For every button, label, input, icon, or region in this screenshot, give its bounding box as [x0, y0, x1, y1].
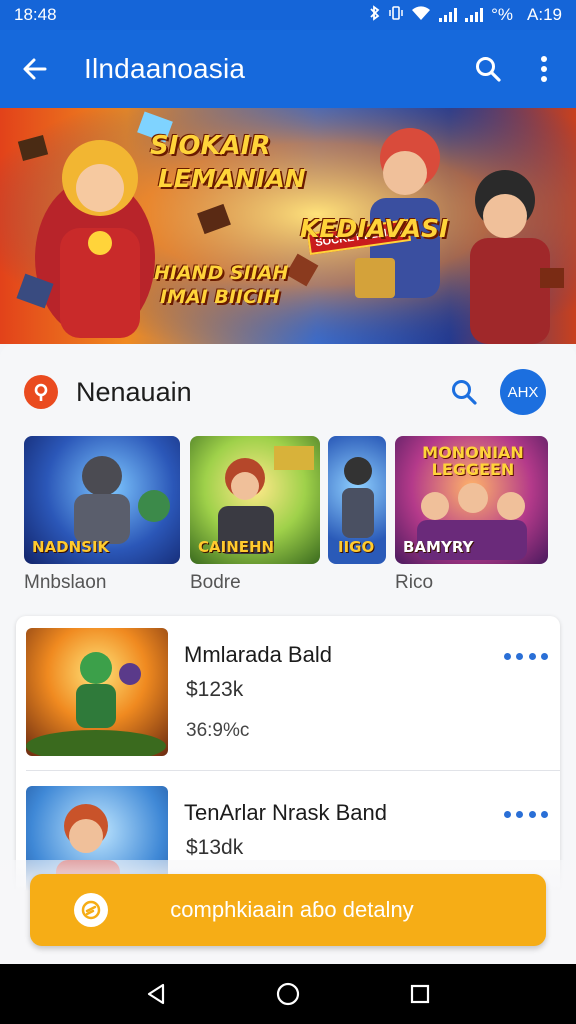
circle-home-icon: [276, 982, 300, 1006]
search-icon: [452, 380, 477, 405]
game-tile-1[interactable]: NADNSIK: [24, 436, 180, 564]
cta-label: comphkiaain aɓo detalny: [170, 897, 414, 922]
triangle-back-icon: [147, 983, 165, 1005]
status-time-right: A:19: [527, 5, 562, 24]
banner-artwork: [0, 108, 576, 344]
banner-center-text: KEDIAVASI: [300, 214, 449, 243]
search-icon: [476, 57, 501, 82]
tile-caption-2: Bodre: [190, 572, 241, 593]
section-search-button[interactable]: [442, 370, 486, 414]
game-tile-3[interactable]: IIGO: [328, 436, 386, 564]
tag-check-icon: [74, 893, 108, 927]
more-vertical-icon: [541, 56, 547, 82]
nav-recents-button[interactable]: [400, 974, 440, 1014]
banner-bottom-text-2: IMAI BIICIH: [160, 286, 280, 308]
item-percent: 36:9%c: [186, 720, 250, 741]
cta-button[interactable]: comphkiaain aɓo detalny: [30, 874, 546, 946]
system-nav-bar: [0, 964, 576, 1024]
tile-caption-4: Rico: [395, 572, 434, 593]
banner-headline-1: SIOKAIR: [150, 131, 271, 161]
nav-home-button[interactable]: [268, 974, 308, 1014]
signal-icon-2: [465, 8, 484, 22]
tile-label: IIGO: [338, 538, 375, 556]
nav-back-button[interactable]: [136, 974, 176, 1014]
tile-caption-1: Mnbslaon: [24, 572, 107, 593]
battery-percent: °%: [491, 5, 514, 24]
game-tile-2[interactable]: CAINEHN: [190, 436, 320, 564]
item-name: TenArlar Nrask Band: [184, 800, 387, 825]
arrow-left-icon: [23, 58, 47, 80]
banner-bottom-text-1: HIAND SIIAH: [154, 262, 289, 284]
item-price: $13dk: [186, 836, 244, 859]
tile-label: NADNSIK: [32, 538, 110, 556]
app-bar: Ilndaanoasia: [0, 30, 576, 108]
item-price: $123k: [186, 678, 244, 701]
item-thumbnail: [26, 628, 168, 756]
status-bar: 18:48 °% A:19: [0, 0, 576, 30]
promo-banner[interactable]: SOCKET LEMAN: [0, 108, 576, 344]
wifi-icon: [411, 5, 431, 26]
status-icons: °% A:19: [369, 4, 562, 26]
game-tiles: NADNSIK CAINEHN IIGO MONONIAN LEGGEEN BA…: [24, 436, 554, 566]
divider: [26, 770, 560, 771]
bluetooth-icon: [369, 4, 381, 26]
location-pin-icon: [24, 375, 58, 409]
banner-headline-2: LEMANIAN: [158, 164, 306, 193]
status-time-left: 18:48: [14, 5, 57, 24]
vibrate-icon: [389, 5, 403, 26]
more-horizontal-icon[interactable]: [504, 646, 548, 666]
page-title: Ilndaanoasia: [84, 53, 246, 84]
square-recents-icon: [410, 984, 430, 1004]
section-header: Nenauain AHX: [24, 369, 546, 415]
tile-label: BAMYRY: [403, 538, 474, 556]
screen: 18:48 °% A:19 Ilndaanoasia SOCKET LEMAN …: [0, 0, 576, 1024]
more-horizontal-icon[interactable]: [504, 804, 548, 824]
item-name: Mmlarada Bald: [184, 642, 332, 667]
overflow-menu-button[interactable]: [516, 30, 572, 108]
game-tile-4[interactable]: MONONIAN LEGGEEN BAMYRY: [395, 436, 548, 564]
back-button[interactable]: [0, 30, 70, 108]
tile-overlay-title: MONONIAN LEGGEEN: [422, 443, 524, 479]
list-item[interactable]: Mmlarada Bald $123k 36:9%c: [16, 616, 560, 772]
search-button[interactable]: [460, 30, 516, 108]
section-title: Nenauain: [76, 376, 192, 407]
signal-icon: [439, 8, 458, 22]
avatar-button[interactable]: AHX: [500, 369, 546, 415]
tile-label: CAINEHN: [198, 538, 275, 556]
